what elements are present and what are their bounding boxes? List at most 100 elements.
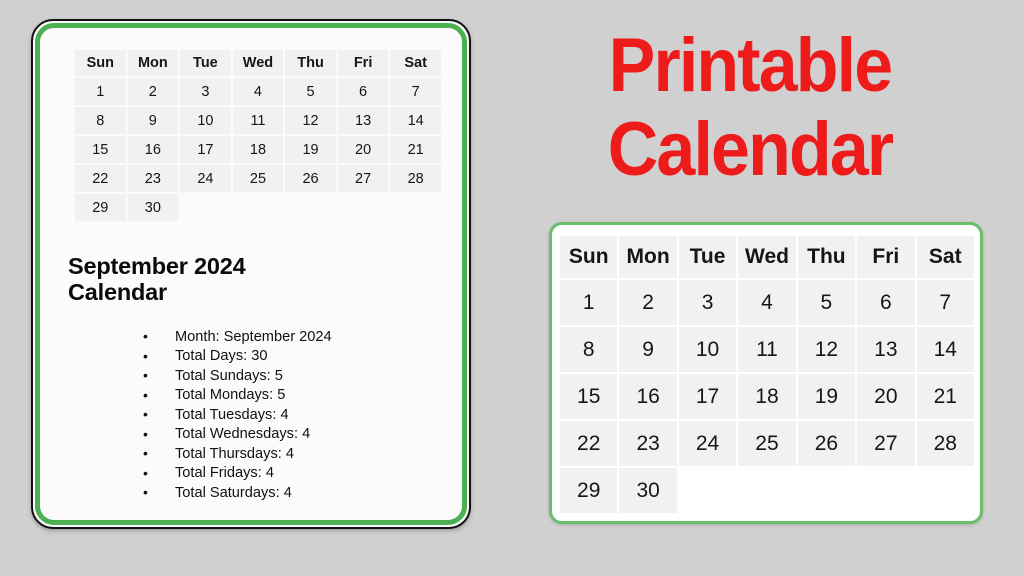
calendar-day-empty (798, 468, 855, 513)
calendar-day-cell[interactable]: 21 (390, 136, 441, 163)
weekday-header-fri: Fri (857, 236, 915, 278)
calendar-day-cell[interactable]: 7 (390, 78, 441, 105)
calendar-day-cell[interactable]: 17 (180, 136, 231, 163)
calendar-day-cell[interactable]: 28 (390, 165, 441, 192)
left-card-inner-border: Sun Mon Tue Wed Thu Fri Sat 1 2 3 4 5 6 7 8 9 10 11 12 13 1… (35, 23, 467, 525)
calendar-day-cell[interactable]: 25 (232, 165, 284, 192)
calendar-day-cell[interactable]: 23 (619, 421, 677, 466)
calendar-day-cell[interactable]: 22 (75, 165, 126, 192)
calendar-body: 1 2 3 4 5 6 7 8 9 10 11 12 13 14 15 16 17 18 19 20 21 22 23 24 2… (560, 280, 974, 513)
weekday-header-wed: Wed (738, 236, 796, 278)
weekday-header-tue: Tue (180, 50, 231, 76)
calendar-day-cell[interactable]: 14 (916, 327, 974, 372)
calendar-day-cell[interactable]: 7 (916, 280, 974, 325)
calendar-day-empty (390, 194, 441, 221)
calendar-day-cell[interactable]: 17 (678, 374, 737, 419)
calendar-day-cell[interactable]: 14 (390, 107, 441, 134)
calendar-day-cell[interactable]: 16 (127, 136, 179, 163)
calendar-day-cell[interactable]: 23 (127, 165, 179, 192)
calendar-day-empty (285, 194, 336, 221)
calendar-day-empty (679, 468, 736, 513)
weekday-header-sat: Sat (390, 50, 441, 76)
calendar-day-cell[interactable]: 4 (738, 280, 796, 325)
calendar-week-row: 22 23 24 25 26 27 28 (75, 165, 441, 192)
calendar-week-row: 15 16 17 18 19 20 21 (560, 374, 974, 419)
calendar-day-cell[interactable]: 30 (127, 194, 179, 221)
calendar-day-cell[interactable]: 24 (678, 421, 737, 466)
calendar-day-cell[interactable]: 16 (619, 374, 677, 419)
calendar-day-cell[interactable]: 19 (797, 374, 856, 419)
calendar-day-cell[interactable]: 15 (75, 136, 126, 163)
calendar-day-cell[interactable]: 24 (180, 165, 231, 192)
list-item: Total Tuesdays: 4 (68, 405, 438, 426)
calendar-day-cell[interactable]: 9 (619, 327, 677, 372)
left-card-content: Sun Mon Tue Wed Thu Fri Sat 1 2 3 4 5 6 7 8 9 10 11 12 13 1… (40, 28, 462, 520)
calendar-day-cell[interactable]: 5 (797, 280, 856, 325)
calendar-week-row: 22 23 24 25 26 27 28 (560, 421, 974, 466)
weekday-header-sat: Sat (916, 236, 974, 278)
calendar-body: 1 2 3 4 5 6 7 8 9 10 11 12 13 14 15 16 17 18 19 20 21 22 23 24 2… (75, 78, 441, 221)
calendar-day-cell[interactable]: 12 (797, 327, 856, 372)
calendar-day-cell[interactable]: 21 (916, 374, 974, 419)
calendar-day-cell[interactable]: 4 (232, 78, 284, 105)
calendar-day-cell[interactable]: 12 (285, 107, 336, 134)
list-item: Total Sundays: 5 (68, 366, 438, 387)
calendar-day-cell[interactable]: 9 (127, 107, 179, 134)
calendar-day-cell[interactable]: 30 (619, 468, 677, 513)
calendar-day-cell[interactable]: 5 (285, 78, 336, 105)
calendar-week-row: 8 9 10 11 12 13 14 (75, 107, 441, 134)
printable-calendar-title: Printable Calendar (514, 24, 986, 192)
calendar-day-cell[interactable]: 11 (738, 327, 796, 372)
calendar-day-cell[interactable]: 10 (180, 107, 231, 134)
calendar-day-cell[interactable]: 11 (232, 107, 284, 134)
list-item: Total Saturdays: 4 (68, 483, 438, 504)
list-item: Total Mondays: 5 (68, 386, 438, 406)
calendar-header-row: Sun Mon Tue Wed Thu Fri Sat (560, 236, 974, 278)
weekday-header-mon: Mon (127, 50, 179, 76)
calendar-table-left: Sun Mon Tue Wed Thu Fri Sat 1 2 3 4 5 6 7 8 9 10 11 12 13 1… (73, 48, 443, 223)
weekday-header-fri: Fri (337, 50, 389, 76)
calendar-week-row: 15 16 17 18 19 20 21 (75, 136, 441, 163)
calendar-day-cell[interactable]: 15 (560, 374, 618, 419)
calendar-day-cell[interactable]: 13 (337, 107, 389, 134)
calendar-day-cell[interactable]: 22 (560, 421, 618, 466)
calendar-day-cell[interactable]: 6 (337, 78, 389, 105)
calendar-day-cell[interactable]: 8 (75, 107, 126, 134)
calendar-day-empty (857, 468, 914, 513)
calendar-day-cell[interactable]: 13 (857, 327, 915, 372)
calendar-day-cell[interactable]: 28 (916, 421, 974, 466)
list-item: Total Wednesdays: 4 (68, 425, 438, 445)
right-calendar-card: Sun Mon Tue Wed Thu Fri Sat 1 2 3 4 5 6 7 8 9 10 11 12 13 1… (549, 222, 983, 524)
calendar-day-cell[interactable]: 10 (678, 327, 737, 372)
calendar-day-cell[interactable]: 29 (560, 468, 618, 513)
calendar-day-cell[interactable]: 3 (180, 78, 231, 105)
calendar-day-cell[interactable]: 20 (337, 136, 389, 163)
calendar-day-empty (180, 194, 231, 221)
calendar-day-cell[interactable]: 18 (738, 374, 796, 419)
calendar-day-cell[interactable]: 27 (857, 421, 915, 466)
calendar-day-cell[interactable]: 26 (797, 421, 856, 466)
calendar-day-cell[interactable]: 25 (738, 421, 796, 466)
calendar-day-cell[interactable]: 19 (285, 136, 336, 163)
calendar-day-cell[interactable]: 8 (560, 327, 618, 372)
calendar-day-cell[interactable]: 6 (857, 280, 915, 325)
list-item: Total Fridays: 4 (68, 464, 438, 484)
calendar-day-cell[interactable]: 1 (75, 78, 126, 105)
left-calendar-card: Sun Mon Tue Wed Thu Fri Sat 1 2 3 4 5 6 7 8 9 10 11 12 13 1… (31, 19, 471, 529)
weekday-header-tue: Tue (678, 236, 737, 278)
calendar-day-cell[interactable]: 1 (560, 280, 618, 325)
calendar-day-empty (917, 468, 974, 513)
calendar-week-row: 8 9 10 11 12 13 14 (560, 327, 974, 372)
calendar-day-cell[interactable]: 20 (857, 374, 915, 419)
calendar-day-cell[interactable]: 2 (619, 280, 677, 325)
calendar-day-cell[interactable]: 3 (678, 280, 737, 325)
calendar-day-cell[interactable]: 26 (285, 165, 336, 192)
calendar-day-cell[interactable]: 29 (75, 194, 126, 221)
weekday-header-wed: Wed (232, 50, 284, 76)
calendar-day-cell[interactable]: 27 (337, 165, 389, 192)
calendar-day-cell[interactable]: 2 (127, 78, 179, 105)
weekday-header-sun: Sun (75, 50, 126, 76)
calendar-day-empty (738, 468, 795, 513)
calendar-day-cell[interactable]: 18 (232, 136, 284, 163)
title-line-printable: Printable (608, 23, 893, 108)
